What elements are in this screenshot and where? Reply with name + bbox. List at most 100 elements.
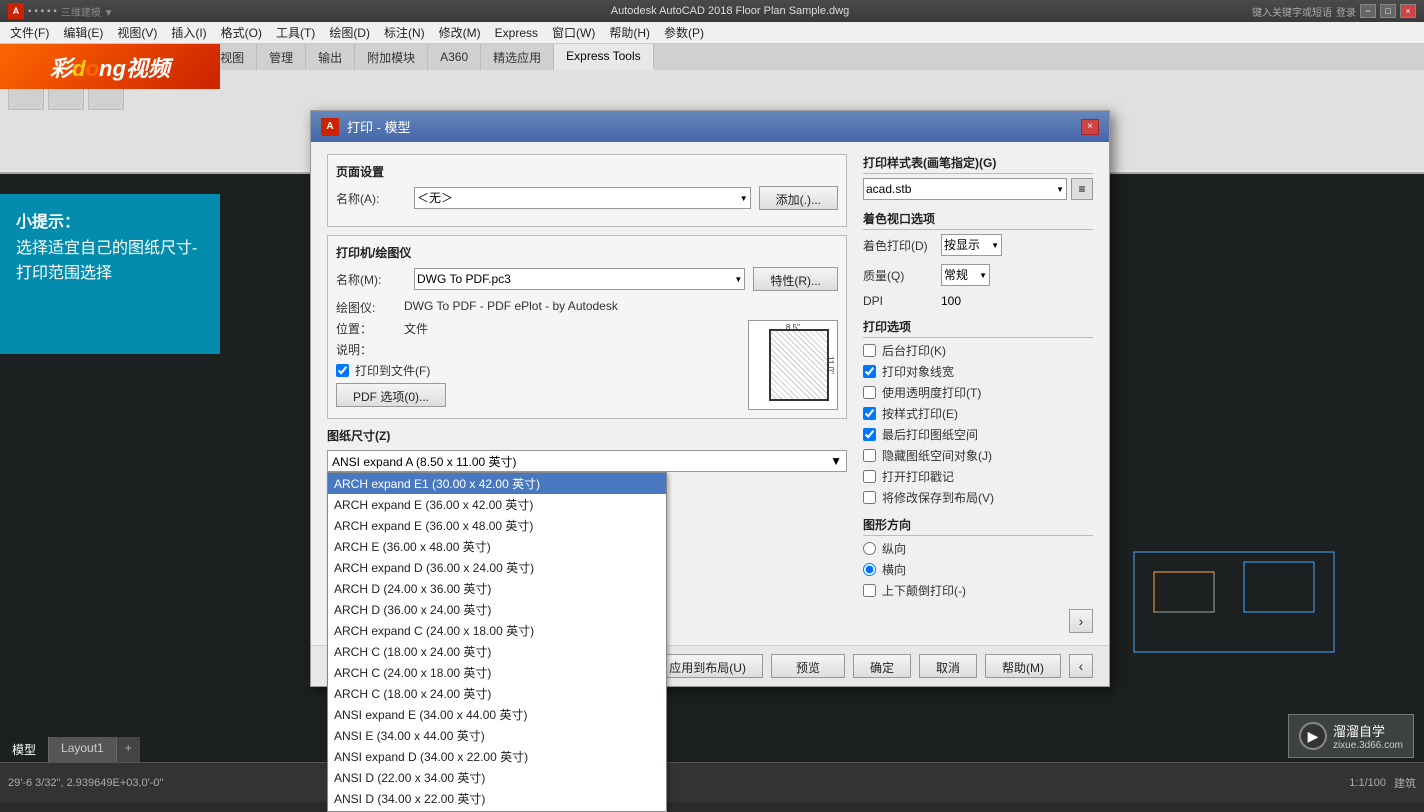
landscape-label: 横向 xyxy=(882,561,906,578)
hint-box: 小提示： 选择适宜自己的图纸尺寸- 打印范围选择 xyxy=(0,194,220,354)
paper-size-list[interactable]: ARCH expand E1 (30.00 x 42.00 英寸) ARCH e… xyxy=(327,472,667,812)
last-paperspace-checkbox[interactable] xyxy=(863,428,876,441)
hide-paperspace-checkbox[interactable] xyxy=(863,449,876,462)
portrait-radio[interactable] xyxy=(863,542,876,555)
page-setup-name-select-wrapper: ＜无＞ ▼ xyxy=(414,187,751,209)
minimize-button[interactable]: − xyxy=(1360,4,1376,18)
transparency-label: 使用透明度打印(T) xyxy=(882,384,981,401)
maximize-button[interactable]: □ xyxy=(1380,4,1396,18)
orientation-section: 图形方向 纵向 横向 上下颠倒打印(-) xyxy=(863,516,1093,599)
paper-size-selected[interactable]: ANSI expand A (8.50 x 11.00 英寸) ▼ xyxy=(327,450,847,472)
color-viewport-section: 着色视口选项 着色打印(D) 按显示 ▼ 质量(Q) xyxy=(863,210,1093,308)
menu-draw[interactable]: 绘图(D) xyxy=(323,22,376,43)
color-print-select[interactable]: 按显示 xyxy=(941,234,1002,256)
option-print-stamp: 打开打印戳记 xyxy=(863,468,1093,485)
paper-size-item-12[interactable]: ANSI E (34.00 x 44.00 英寸) xyxy=(328,725,666,746)
linewidth-checkbox[interactable] xyxy=(863,365,876,378)
paper-size-item-7[interactable]: ARCH expand C (24.00 x 18.00 英寸) xyxy=(328,620,666,641)
print-to-file-checkbox[interactable] xyxy=(336,364,349,377)
menu-express[interactable]: Express xyxy=(489,24,544,42)
print-style-select[interactable]: acad.stb xyxy=(863,178,1067,200)
menu-edit[interactable]: 编辑(E) xyxy=(57,22,109,43)
printer-info: 位置： 文件 说明： 打印到文件(F) xyxy=(336,320,732,407)
tab-a360[interactable]: A360 xyxy=(428,44,481,70)
menu-tools[interactable]: 工具(T) xyxy=(270,22,321,43)
paper-size-item-11[interactable]: ANSI expand E (34.00 x 44.00 英寸) xyxy=(328,704,666,725)
printer-info-preview-row: 位置： 文件 说明： 打印到文件(F) xyxy=(336,320,838,410)
menu-format[interactable]: 格式(O) xyxy=(215,22,268,43)
paper-size-item-10[interactable]: ARCH C (18.00 x 24.00 英寸) xyxy=(328,683,666,704)
save-changes-checkbox[interactable] xyxy=(863,491,876,504)
tab-layout1[interactable]: Layout1 xyxy=(49,737,117,762)
menu-file[interactable]: 文件(F) xyxy=(4,22,55,43)
cancel-button[interactable]: 取消 xyxy=(919,654,977,678)
hint-line1: 小提示： xyxy=(16,210,204,236)
paper-size-item-14[interactable]: ANSI D (22.00 x 34.00 英寸) xyxy=(328,767,666,788)
paper-size-item-8[interactable]: ARCH C (18.00 x 24.00 英寸) xyxy=(328,641,666,662)
description-value xyxy=(404,341,732,358)
menu-help[interactable]: 帮助(H) xyxy=(603,22,656,43)
paper-size-item-3[interactable]: ARCH E (36.00 x 48.00 英寸) xyxy=(328,536,666,557)
tab-add[interactable]: + xyxy=(117,737,140,762)
tab-output[interactable]: 输出 xyxy=(306,44,355,70)
print-stamp-checkbox[interactable] xyxy=(863,470,876,483)
menu-dimension[interactable]: 标注(N) xyxy=(378,22,431,43)
coordinates-display: 29'-6 3/32", 2.939649E+03,0'-0" xyxy=(8,777,163,789)
menu-view[interactable]: 视图(V) xyxy=(111,22,163,43)
upside-down-checkbox[interactable] xyxy=(863,584,876,597)
printer-properties-button[interactable]: 特性(R)... xyxy=(753,267,838,291)
paper-size-item-2[interactable]: ARCH expand E (36.00 x 48.00 英寸) xyxy=(328,515,666,536)
paper-size-dropdown-arrow: ▼ xyxy=(830,454,842,468)
expand-button[interactable]: › xyxy=(1069,609,1093,633)
paper-size-item-6[interactable]: ARCH D (36.00 x 24.00 英寸) xyxy=(328,599,666,620)
ok-button[interactable]: 确定 xyxy=(853,654,911,678)
tab-addon[interactable]: 附加模块 xyxy=(355,44,428,70)
quality-select[interactable]: 常规 xyxy=(941,264,990,286)
paper-size-item-9[interactable]: ARCH C (24.00 x 18.00 英寸) xyxy=(328,662,666,683)
paper-size-item-4[interactable]: ARCH expand D (36.00 x 24.00 英寸) xyxy=(328,557,666,578)
menu-window[interactable]: 窗口(W) xyxy=(546,22,601,43)
quality-label: 质量(Q) xyxy=(863,267,933,284)
apply-to-layout-button[interactable]: 应用到布局(U) xyxy=(652,654,763,678)
print-to-file-label: 打印到文件(F) xyxy=(355,362,430,379)
paper-size-header: 图纸尺寸(Z) xyxy=(327,427,847,444)
tab-express-tools[interactable]: Express Tools xyxy=(554,44,653,70)
printer-select[interactable]: DWG To PDF.pc3 xyxy=(414,268,745,290)
tab-model[interactable]: 模型 xyxy=(0,737,49,762)
transparency-checkbox[interactable] xyxy=(863,386,876,399)
dialog-close-button[interactable]: × xyxy=(1081,119,1099,135)
paper-size-item-13[interactable]: ANSI expand D (34.00 x 22.00 英寸) xyxy=(328,746,666,767)
page-setup-header: 页面设置 xyxy=(336,163,838,180)
printer-section: 打印机/绘图仪 名称(M): DWG To PDF.pc3 ▼ 特性(R)...… xyxy=(327,235,847,419)
tab-featured[interactable]: 精选应用 xyxy=(481,44,554,70)
menu-insert[interactable]: 插入(I) xyxy=(165,22,212,43)
logo-area: 彩dong视频 xyxy=(0,44,220,89)
plotter-row: 绘图仪: DWG To PDF - PDF ePlot - by Autodes… xyxy=(336,299,838,316)
landscape-radio[interactable] xyxy=(863,563,876,576)
printer-name-label: 名称(M): xyxy=(336,271,406,288)
add-page-setup-button[interactable]: 添加(.)... xyxy=(759,186,838,210)
by-style-checkbox[interactable] xyxy=(863,407,876,420)
tab-manage[interactable]: 管理 xyxy=(257,44,306,70)
footer-expand-button[interactable]: ‹ xyxy=(1069,654,1093,678)
menu-params[interactable]: 参数(P) xyxy=(658,22,710,43)
portrait-row: 纵向 xyxy=(863,540,1093,557)
paper-size-item-1[interactable]: ARCH expand E (36.00 x 42.00 英寸) xyxy=(328,494,666,515)
close-button[interactable]: × xyxy=(1400,4,1416,18)
dpi-value: 100 xyxy=(941,294,961,308)
help-button[interactable]: 帮助(M) xyxy=(985,654,1061,678)
user-login[interactable]: 登录 xyxy=(1336,4,1356,19)
print-style-edit-button[interactable]: ≡ xyxy=(1071,178,1093,200)
description-label: 说明： xyxy=(336,341,406,358)
page-setup-name-select[interactable]: ＜无＞ xyxy=(414,187,751,209)
paper-size-item-5[interactable]: ARCH D (24.00 x 36.00 英寸) xyxy=(328,578,666,599)
workspace-dropdown[interactable]: 三维建模 ▼ xyxy=(61,4,114,19)
pdf-options-button[interactable]: PDF 选项(0)... xyxy=(336,383,446,407)
last-paperspace-label: 最后打印图纸空间 xyxy=(882,426,978,443)
search-field[interactable]: 键入关键字或短语 xyxy=(1252,4,1332,19)
paper-size-item-0[interactable]: ARCH expand E1 (30.00 x 42.00 英寸) xyxy=(328,473,666,494)
bg-print-checkbox[interactable] xyxy=(863,344,876,357)
menu-modify[interactable]: 修改(M) xyxy=(433,22,487,43)
paper-size-item-15[interactable]: ANSI D (34.00 x 22.00 英寸) xyxy=(328,788,666,809)
preview-button[interactable]: 预览 xyxy=(771,654,845,678)
